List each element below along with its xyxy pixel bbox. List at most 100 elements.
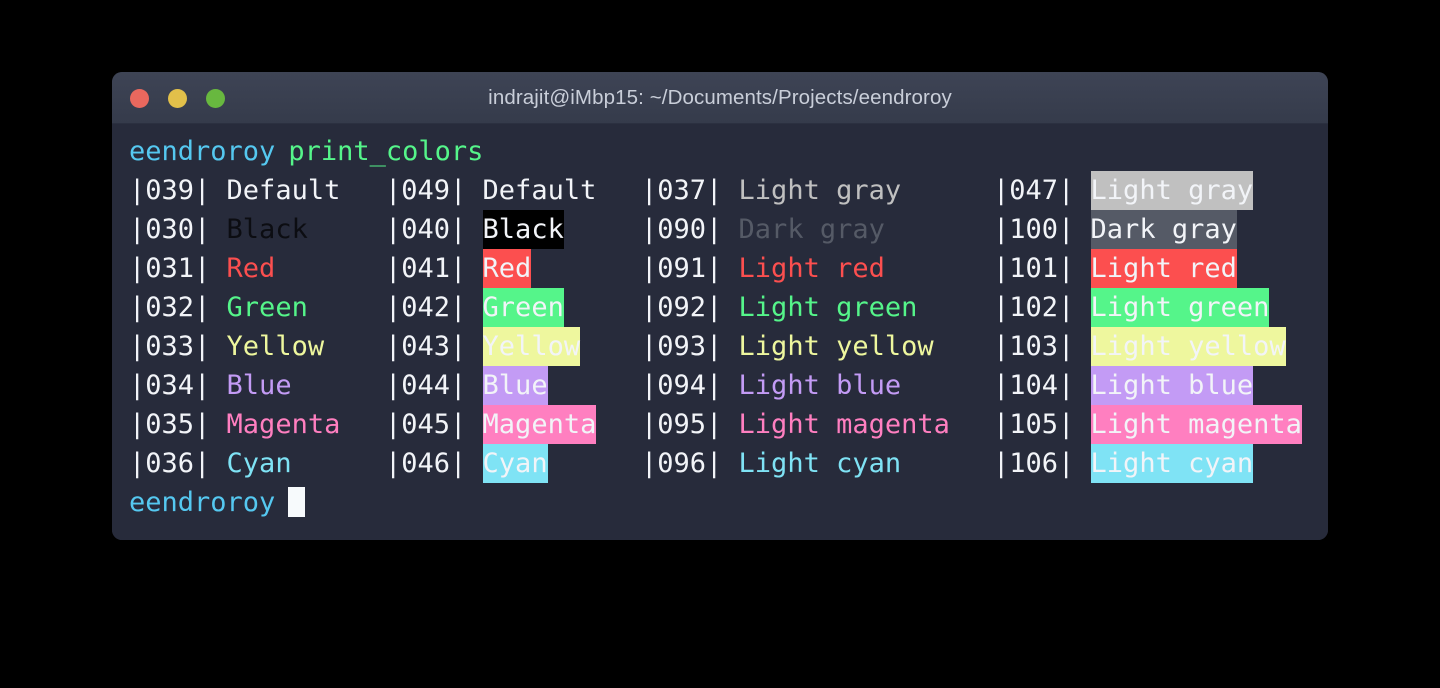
- color-entry: |040| Black: [385, 210, 564, 249]
- prompt-user-bottom: eendroroy: [129, 487, 276, 518]
- color-code: |035|: [129, 409, 227, 440]
- color-code: |092|: [641, 292, 739, 323]
- color-entry: |044| Blue: [385, 366, 548, 405]
- color-entry: |093| Light yellow: [641, 327, 934, 366]
- color-code: |096|: [641, 448, 739, 479]
- color-label: Light red: [1090, 249, 1237, 288]
- color-label: Magenta: [482, 405, 597, 444]
- color-code: |034|: [129, 370, 227, 401]
- close-button[interactable]: [130, 88, 149, 108]
- color-entry: |034| Blue: [129, 366, 292, 405]
- color-code: |042|: [385, 292, 483, 323]
- prompt-command: print_colors: [288, 136, 484, 167]
- terminal-window[interactable]: indrajit@iMbp15: ~/Documents/Projects/ee…: [112, 72, 1328, 540]
- color-code: |103|: [993, 331, 1091, 362]
- color-entry: |035| Magenta: [129, 405, 340, 444]
- color-entry: |047| Light gray: [993, 171, 1254, 210]
- color-label: Light blue: [1090, 366, 1254, 405]
- color-label: Light cyan: [738, 448, 902, 479]
- terminal-output[interactable]: eendroroy print_colors |039| Default |049|…: [112, 124, 1328, 540]
- color-entry: |100| Dark gray: [993, 210, 1237, 249]
- color-label: Red: [226, 253, 276, 284]
- color-code: |106|: [993, 448, 1091, 479]
- color-label: Light magenta: [738, 409, 950, 440]
- color-entry: |095| Light magenta: [641, 405, 950, 444]
- table-row: |030| Black |040| Black |090| Dark gray |10…: [112, 210, 1328, 249]
- color-code: |046|: [385, 448, 483, 479]
- color-table: |039| Default |049| Default |037| Light gr…: [112, 171, 1328, 483]
- color-code: |032|: [129, 292, 227, 323]
- table-row: |035| Magenta |045| Magenta |095| Light ma…: [112, 405, 1328, 444]
- color-entry: |030| Black: [129, 210, 308, 249]
- color-code: |100|: [993, 214, 1091, 245]
- prompt-user: eendroroy: [129, 136, 276, 167]
- color-entry: |036| Cyan: [129, 444, 292, 483]
- color-entry: |041| Red: [385, 249, 532, 288]
- color-label: Light magenta: [1090, 405, 1302, 444]
- color-code: |045|: [385, 409, 483, 440]
- color-label: Dark gray: [738, 214, 885, 245]
- color-label: Magenta: [226, 409, 341, 440]
- color-label: Blue: [226, 370, 292, 401]
- color-code: |047|: [993, 175, 1091, 206]
- color-code: |041|: [385, 253, 483, 284]
- prompt-line-bottom: eendroroy: [112, 483, 1328, 522]
- title-bar[interactable]: indrajit@iMbp15: ~/Documents/Projects/ee…: [112, 72, 1328, 124]
- traffic-light-group: [130, 72, 225, 124]
- color-entry: |105| Light magenta: [993, 405, 1302, 444]
- color-code: |037|: [641, 175, 739, 206]
- table-row: |036| Cyan |046| Cyan |096| Light cyan |106…: [112, 444, 1328, 483]
- table-row: |039| Default |049| Default |037| Light gr…: [112, 171, 1328, 210]
- color-entry: |102| Light green: [993, 288, 1270, 327]
- color-entry: |046| Cyan: [385, 444, 548, 483]
- color-label: Default: [482, 175, 597, 206]
- color-entry: |042| Green: [385, 288, 564, 327]
- color-label: Light green: [1090, 288, 1270, 327]
- color-entry: |049| Default: [385, 171, 596, 210]
- color-label: Light cyan: [1090, 444, 1254, 483]
- color-entry: |033| Yellow: [129, 327, 324, 366]
- color-code: |091|: [641, 253, 739, 284]
- color-entry: |106| Light cyan: [993, 444, 1254, 483]
- color-code: |093|: [641, 331, 739, 362]
- color-entry: |101| Light red: [993, 249, 1237, 288]
- table-row: |034| Blue |044| Blue |094| Light blue |104…: [112, 366, 1328, 405]
- color-code: |044|: [385, 370, 483, 401]
- color-code: |040|: [385, 214, 483, 245]
- color-entry: |037| Light gray: [641, 171, 901, 210]
- color-label: Green: [226, 292, 308, 323]
- color-entry: |091| Light red: [641, 249, 885, 288]
- color-entry: |092| Light green: [641, 288, 917, 327]
- color-code: |095|: [641, 409, 739, 440]
- color-code: |036|: [129, 448, 227, 479]
- text-cursor: [288, 487, 306, 517]
- color-label: Yellow: [226, 331, 325, 362]
- color-entry: |096| Light cyan: [641, 444, 901, 483]
- color-label: Dark gray: [1090, 210, 1237, 249]
- color-label: Light gray: [1090, 171, 1254, 210]
- color-code: |101|: [993, 253, 1091, 284]
- color-entry: |103| Light yellow: [993, 327, 1286, 366]
- color-label: Light green: [738, 292, 918, 323]
- color-label: Light gray: [738, 175, 902, 206]
- color-label: Light red: [738, 253, 885, 284]
- color-label: Light blue: [738, 370, 902, 401]
- minimize-button[interactable]: [168, 88, 187, 108]
- color-label: Default: [226, 175, 341, 206]
- color-label: Cyan: [482, 444, 548, 483]
- color-entry: |104| Light blue: [993, 366, 1254, 405]
- color-code: |104|: [993, 370, 1091, 401]
- zoom-button[interactable]: [206, 88, 225, 108]
- color-entry: |039| Default: [129, 171, 340, 210]
- window-title: indrajit@iMbp15: ~/Documents/Projects/ee…: [488, 85, 952, 109]
- color-label: Black: [226, 214, 308, 245]
- table-row: |032| Green |042| Green |092| Light green |…: [112, 288, 1328, 327]
- color-label: Yellow: [482, 327, 581, 366]
- color-label: Light yellow: [738, 331, 934, 362]
- color-label: Green: [482, 288, 564, 327]
- color-code: |105|: [993, 409, 1091, 440]
- color-label: Blue: [482, 366, 548, 405]
- color-code: |090|: [641, 214, 739, 245]
- color-code: |049|: [385, 175, 483, 206]
- color-entry: |094| Light blue: [641, 366, 901, 405]
